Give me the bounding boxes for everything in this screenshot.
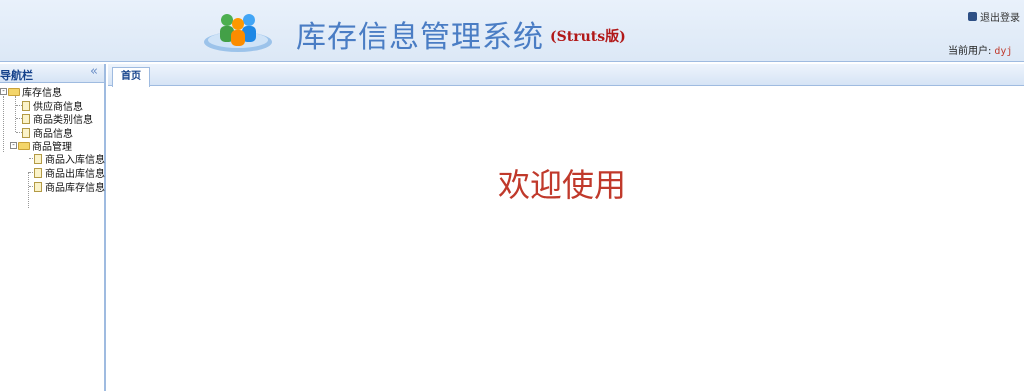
collapse-sidebar-icon[interactable]: « (90, 64, 98, 79)
file-icon (34, 153, 42, 164)
file-icon (34, 181, 42, 192)
tree-item-stock-out[interactable]: 商品出库信息 (34, 166, 105, 180)
tree-line (3, 96, 4, 152)
sidebar-title: 导航栏 (0, 69, 33, 82)
tab-home[interactable]: 首页 (112, 67, 150, 87)
tree-line (15, 96, 16, 132)
logout-link[interactable]: 退出登录 (968, 9, 1020, 24)
tree-item-label: 商品类别信息 (33, 115, 93, 126)
tree-toggle-icon[interactable]: - (0, 88, 7, 95)
tab-bar: 首页 (108, 64, 1024, 87)
current-user: 当前用户: dyj (948, 42, 1012, 57)
file-icon (22, 100, 30, 111)
current-user-label: 当前用户: (948, 46, 992, 57)
welcome-text: 欢迎使用 (498, 166, 627, 204)
tree-item-label: 商品出库信息 (45, 169, 105, 180)
tree-item-label: 商品入库信息 (45, 155, 105, 166)
logout-label: 退出登录 (980, 13, 1020, 24)
file-icon (22, 113, 30, 124)
tree-toggle-icon[interactable]: - (10, 142, 17, 149)
app-title: 库存信息管理系统 (296, 20, 544, 55)
app-header: 库存信息管理系统 (Struts版) 退出登录 当前用户: dyj (0, 0, 1024, 62)
current-user-name: dyj (994, 46, 1013, 57)
tree-item-stock-in[interactable]: 商品入库信息 (34, 152, 105, 166)
tree-group-label: 库存信息 (22, 88, 62, 99)
tree-item-label: 商品库存信息 (45, 183, 105, 194)
main-panel: 首页 欢迎使用 (108, 64, 1024, 391)
tree-line (28, 172, 29, 208)
users-logo-icon (204, 14, 272, 52)
tree-group-stock-info[interactable]: - 库存信息 (0, 85, 62, 99)
app-subtitle: (Struts版) (550, 29, 626, 45)
sidebar-header: 导航栏 « (0, 64, 104, 83)
logout-icon (968, 12, 977, 21)
file-icon (34, 167, 42, 178)
file-icon (22, 127, 30, 138)
tree-item-stock[interactable]: 商品库存信息 (34, 180, 105, 194)
tree-item-category[interactable]: 商品类别信息 (22, 112, 93, 126)
folder-open-icon (8, 87, 20, 96)
nav-sidebar: 导航栏 « - 库存信息 供应商信息 商品类别信息 商品信息 - 商品管理 商品… (0, 64, 106, 391)
folder-open-icon (18, 141, 30, 150)
